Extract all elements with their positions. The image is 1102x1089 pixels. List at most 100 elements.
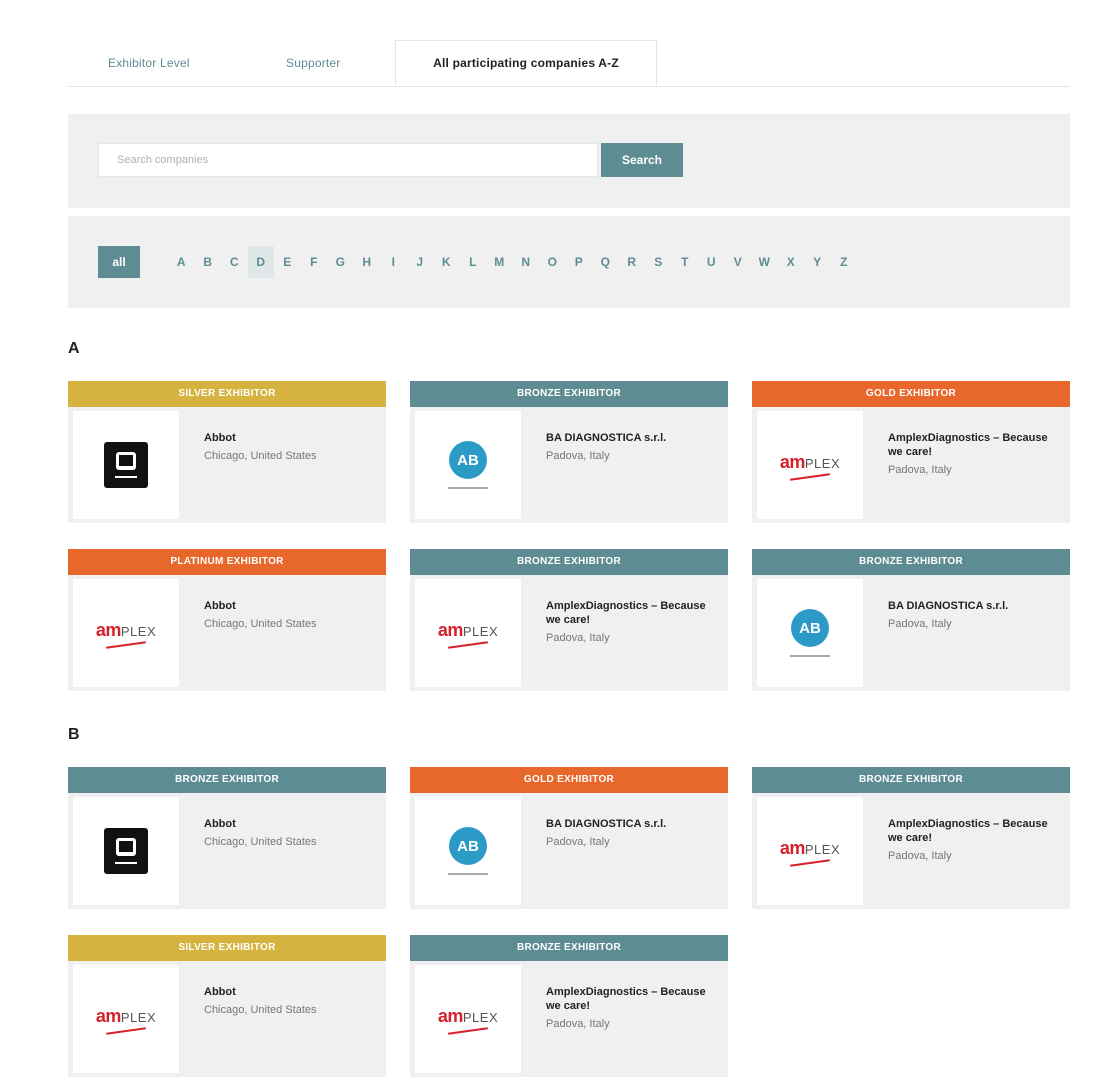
exhibitor-level-badge: GOLD EXHIBITOR — [752, 381, 1070, 407]
abbott-logo — [104, 828, 148, 874]
amplex-logo: amPLEX — [438, 1006, 498, 1035]
company-location: Padova, Italy — [546, 632, 610, 644]
company-location: Chicago, United States — [204, 836, 317, 848]
alphabet-letter-j[interactable]: J — [407, 246, 434, 278]
company-card[interactable]: GOLD EXHIBITOR AB BA DIAGNOSTICA s.r.l. Pad… — [410, 767, 728, 909]
company-name: Abbot — [204, 600, 236, 612]
company-card[interactable]: BRONZE EXHIBITOR amPLEX AmplexDiagnostics … — [410, 549, 728, 691]
alphabet-letter-f[interactable]: F — [301, 246, 328, 278]
section-letter-b: B — [68, 726, 80, 743]
section-letter-a: A — [68, 340, 80, 357]
company-card[interactable]: SILVER EXHIBITOR Abbot Chicago, United Sta… — [68, 381, 386, 523]
alphabet-letter-n[interactable]: N — [513, 246, 540, 278]
alphabet-letter-i[interactable]: I — [380, 246, 407, 278]
alphabet-letter-r[interactable]: R — [619, 246, 646, 278]
alphabet-letter-h[interactable]: H — [354, 246, 381, 278]
alphabet-letter-z[interactable]: Z — [831, 246, 858, 278]
company-location: Padova, Italy — [546, 450, 610, 462]
tab-exhibitor-level[interactable]: Exhibitor Level — [108, 40, 190, 86]
company-location: Chicago, United States — [204, 450, 317, 462]
company-logo: AB — [415, 411, 521, 519]
company-location: Padova, Italy — [888, 850, 952, 862]
company-info: AmplexDiagnostics – Because we care! Pado… — [546, 985, 716, 1031]
tab-supporter[interactable]: Supporter — [286, 40, 341, 86]
alphabet-letter-s[interactable]: S — [645, 246, 672, 278]
company-location: Padova, Italy — [888, 618, 952, 630]
search-button[interactable]: Search — [601, 143, 683, 177]
ba-diagnostica-logo: AB — [790, 609, 830, 657]
exhibitor-level-badge: GOLD EXHIBITOR — [410, 767, 728, 793]
exhibitor-level-badge: BRONZE EXHIBITOR — [68, 767, 386, 793]
company-name: AmplexDiagnostics – Because we care! — [546, 600, 706, 626]
company-info: Abbot Chicago, United States — [204, 817, 374, 849]
exhibitor-level-badge: BRONZE EXHIBITOR — [410, 381, 728, 407]
company-logo: amPLEX — [415, 579, 521, 687]
company-card[interactable]: BRONZE EXHIBITOR Abbot Chicago, United Sta… — [68, 767, 386, 909]
company-name: Abbot — [204, 986, 236, 998]
company-location: Chicago, United States — [204, 618, 317, 630]
company-info: BA DIAGNOSTICA s.r.l. Padova, Italy — [546, 817, 716, 849]
alphabet-all-button[interactable]: all — [98, 246, 140, 278]
company-info: Abbot Chicago, United States — [204, 431, 374, 463]
alphabet-letter-y[interactable]: Y — [804, 246, 831, 278]
company-name: BA DIAGNOSTICA s.r.l. — [888, 600, 1009, 612]
company-logo: amPLEX — [73, 965, 179, 1073]
company-card[interactable]: BRONZE EXHIBITOR AB BA DIAGNOSTICA s.r.l. P… — [410, 381, 728, 523]
alphabet-letter-x[interactable]: X — [778, 246, 805, 278]
exhibitor-level-badge: BRONZE EXHIBITOR — [752, 767, 1070, 793]
company-location: Padova, Italy — [546, 1018, 610, 1030]
alphabet-letter-k[interactable]: K — [433, 246, 460, 278]
company-card[interactable]: PLATINUM EXHIBITOR amPLEX Abbot Chicago, Un… — [68, 549, 386, 691]
alphabet-letter-t[interactable]: T — [672, 246, 699, 278]
company-logo: AB — [757, 579, 863, 687]
exhibitor-level-badge: BRONZE EXHIBITOR — [410, 549, 728, 575]
company-name: BA DIAGNOSTICA s.r.l. — [546, 432, 667, 444]
company-logo: AB — [415, 797, 521, 905]
company-name: Abbot — [204, 432, 236, 444]
alphabet-letter-m[interactable]: M — [486, 246, 513, 278]
alphabet-letter-a[interactable]: A — [168, 246, 195, 278]
company-location: Padova, Italy — [546, 836, 610, 848]
alphabet-letter-g[interactable]: G — [327, 246, 354, 278]
alphabet-letter-b[interactable]: B — [195, 246, 222, 278]
alphabet-letter-u[interactable]: U — [698, 246, 725, 278]
company-name: BA DIAGNOSTICA s.r.l. — [546, 818, 667, 830]
tab-all-companies[interactable]: All participating companies A-Z — [395, 40, 657, 86]
amplex-logo: amPLEX — [780, 452, 840, 481]
alphabet-letter-p[interactable]: P — [566, 246, 593, 278]
company-card[interactable]: BRONZE EXHIBITOR amPLEX AmplexDiagnostics … — [752, 767, 1070, 909]
alphabet-letter-o[interactable]: O — [539, 246, 566, 278]
company-location: Padova, Italy — [888, 464, 952, 476]
company-card[interactable]: BRONZE EXHIBITOR amPLEX AmplexDiagnostics … — [410, 935, 728, 1077]
alphabet-letter-l[interactable]: L — [460, 246, 487, 278]
alphabet-letter-w[interactable]: W — [751, 246, 778, 278]
company-logo — [73, 797, 179, 905]
amplex-logo: amPLEX — [96, 1006, 156, 1035]
search-input[interactable] — [98, 143, 598, 177]
tab-bar: Exhibitor Level Supporter All participat… — [68, 40, 1070, 87]
company-info: Abbot Chicago, United States — [204, 599, 374, 631]
company-name: AmplexDiagnostics – Because we care! — [888, 818, 1048, 844]
company-card[interactable]: SILVER EXHIBITOR amPLEX Abbot Chicago, Unit… — [68, 935, 386, 1077]
company-info: AmplexDiagnostics – Because we care! Pado… — [888, 431, 1058, 477]
company-name: AmplexDiagnostics – Because we care! — [888, 432, 1048, 458]
ba-diagnostica-logo: AB — [448, 441, 488, 489]
alphabet-letter-c[interactable]: C — [221, 246, 248, 278]
company-logo: amPLEX — [73, 579, 179, 687]
alphabet-letter-q[interactable]: Q — [592, 246, 619, 278]
exhibitor-level-badge: SILVER EXHIBITOR — [68, 381, 386, 407]
alphabet-letter-e[interactable]: E — [274, 246, 301, 278]
company-info: BA DIAGNOSTICA s.r.l. Padova, Italy — [546, 431, 716, 463]
company-logo: amPLEX — [757, 411, 863, 519]
exhibitor-directory: Exhibitor Level Supporter All participat… — [68, 40, 1070, 1077]
company-info: AmplexDiagnostics – Because we care! Pado… — [888, 817, 1058, 863]
company-card[interactable]: BRONZE EXHIBITOR AB BA DIAGNOSTICA s.r.l. P… — [752, 549, 1070, 691]
ba-diagnostica-logo: AB — [448, 827, 488, 875]
company-card[interactable]: GOLD EXHIBITOR amPLEX AmplexDiagnostics – … — [752, 381, 1070, 523]
amplex-logo: amPLEX — [780, 838, 840, 867]
alphabet-filter: all ABCDEFGHIJKLMNOPQRSTUVWXYZ — [68, 216, 1070, 308]
exhibitor-level-badge: SILVER EXHIBITOR — [68, 935, 386, 961]
alphabet-letter-d[interactable]: D — [247, 246, 274, 278]
amplex-logo: amPLEX — [438, 620, 498, 649]
alphabet-letter-v[interactable]: V — [725, 246, 752, 278]
